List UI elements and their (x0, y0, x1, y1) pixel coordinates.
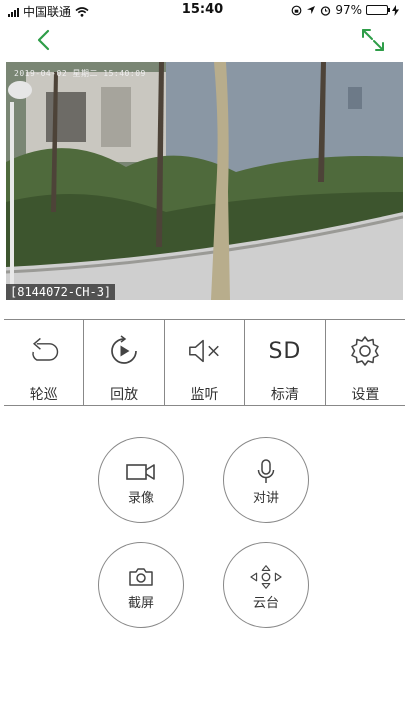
sd-quality-text: SD (268, 338, 302, 364)
video-feed[interactable]: 2019-04-02 星期二 15:40:09 [8144072-CH-3] (6, 62, 403, 300)
patrol-label: 轮巡 (29, 387, 58, 403)
ptz-direction-icon (250, 565, 282, 589)
camera-icon (125, 565, 157, 589)
back-button[interactable] (32, 26, 56, 54)
location-icon (307, 6, 316, 14)
chevron-left-icon (37, 29, 50, 51)
listen-label: 监听 (190, 387, 219, 403)
ptz-button[interactable]: 云台 (223, 542, 309, 628)
speaker-muted-icon (187, 334, 223, 368)
status-bar: 中国联通 15:40 97% (0, 0, 405, 20)
settings-label: 设置 (351, 387, 380, 403)
record-button[interactable]: 录像 (98, 437, 184, 523)
talk-label: 对讲 (252, 491, 279, 506)
record-label: 录像 (127, 491, 154, 506)
listen-button[interactable]: 监听 (165, 320, 246, 405)
control-toolbar: 轮巡 回放 监听 SD 标清 设置 (4, 319, 405, 406)
osd-timestamp: 2019-04-02 星期二 15:40:09 (14, 69, 146, 78)
patrol-button[interactable]: 轮巡 (4, 320, 85, 405)
rotation-lock-icon (291, 5, 302, 15)
settings-button[interactable]: 设置 (326, 320, 405, 405)
playback-label: 回放 (110, 387, 139, 403)
microphone-icon (250, 459, 282, 484)
channel-label: [8144072-CH-3] (6, 284, 116, 300)
playback-icon (106, 334, 142, 368)
screenshot-label: 截屏 (127, 596, 154, 611)
expand-arrows-icon (362, 29, 384, 51)
charging-bolt-icon (392, 4, 399, 16)
quality-button[interactable]: SD 标清 (245, 320, 326, 405)
alarm-icon (321, 5, 331, 16)
fullscreen-button[interactable] (359, 26, 387, 54)
status-right: 97% (291, 3, 399, 17)
video-camera-icon (125, 460, 157, 484)
playback-button[interactable]: 回放 (84, 320, 165, 405)
nav-bar (0, 20, 405, 60)
talk-button[interactable]: 对讲 (223, 437, 309, 523)
sd-quality-icon: SD (267, 334, 303, 368)
battery-icon (366, 5, 390, 15)
camera-scene-image (6, 62, 403, 300)
patrol-cycle-icon (26, 334, 62, 368)
battery-percent: 97% (335, 3, 362, 17)
ptz-label: 云台 (252, 596, 279, 611)
quality-label: 标清 (270, 387, 299, 403)
screenshot-button[interactable]: 截屏 (98, 542, 184, 628)
gear-icon (347, 334, 383, 368)
